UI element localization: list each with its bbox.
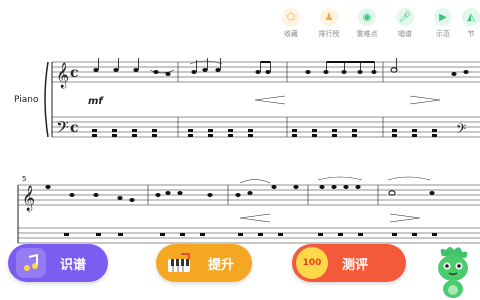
bass-clef-change: 𝄢 bbox=[456, 121, 466, 140]
read-score-button[interactable]: 识谱 bbox=[8, 244, 108, 282]
mascot-icon[interactable] bbox=[432, 244, 474, 298]
treble-clef: 𝄞 bbox=[56, 62, 69, 88]
music-note-icon bbox=[16, 248, 46, 278]
piano-icon bbox=[164, 248, 194, 278]
score-100-icon: 100 bbox=[296, 247, 328, 279]
instrument-label: Piano bbox=[14, 95, 39, 105]
treble-clef-2: 𝄞 bbox=[22, 185, 35, 211]
bass-clef: 𝄢 bbox=[56, 117, 69, 141]
time-signature-treble: c bbox=[70, 65, 79, 81]
assessment-button[interactable]: 100 测评 bbox=[292, 244, 406, 282]
improve-button[interactable]: 提升 bbox=[156, 244, 252, 282]
dynamic-marking: mf bbox=[88, 96, 104, 107]
measure-number: 5 bbox=[22, 175, 26, 183]
time-signature-bass: c bbox=[70, 120, 79, 136]
